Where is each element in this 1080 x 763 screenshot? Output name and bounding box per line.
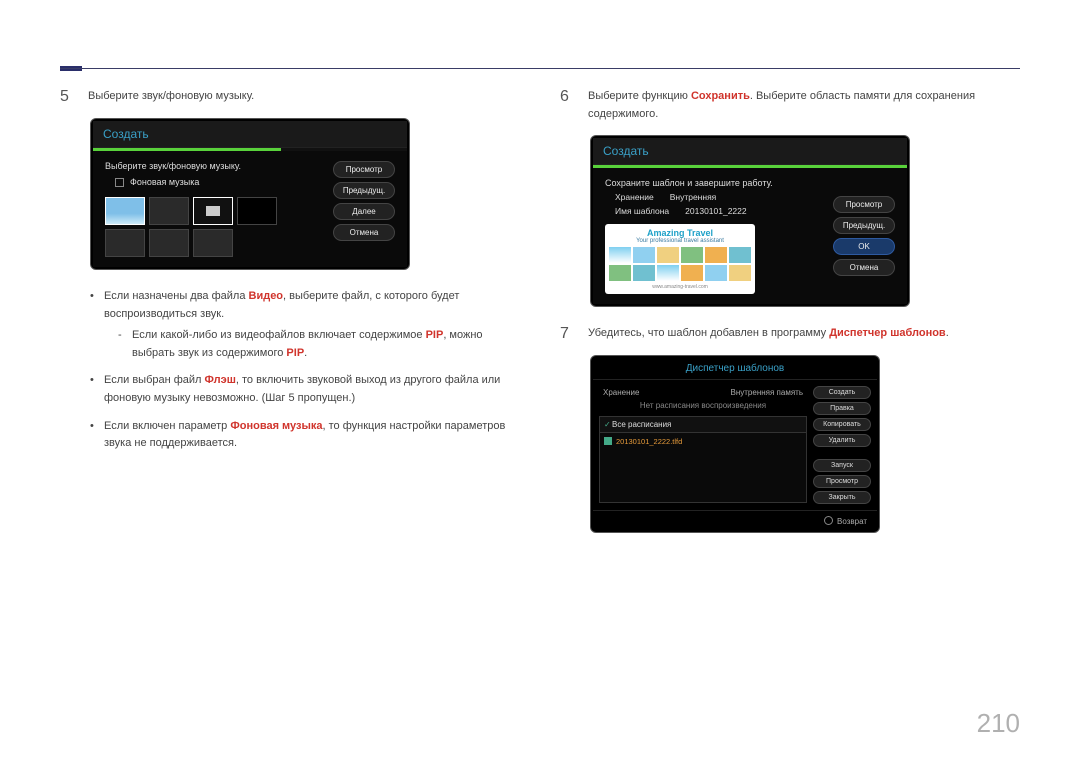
copy-button[interactable]: Копировать (813, 418, 871, 431)
screenshot-step6: Создать Сохраните шаблон и завершите раб… (590, 135, 910, 307)
template-item[interactable]: 20130101_2222.tlfd (602, 435, 804, 448)
prev-button[interactable]: Предыдущ. (333, 182, 395, 199)
step-text: Выберите звук/фоновую музыку. (88, 88, 254, 106)
page-body: 5 Выберите звук/фоновую музыку. Создать … (0, 0, 1080, 551)
page-number: 210 (977, 708, 1020, 739)
progress-bar (593, 165, 907, 168)
note-item: Если назначены два файла Видео, выберите… (90, 288, 520, 362)
return-icon (824, 516, 833, 525)
storage-row: Хранение Внутренняя (615, 192, 803, 202)
note-item: Если выбран файл Флэш, то включить звуко… (90, 372, 520, 407)
bg-music-checkbox-row[interactable]: Фоновая музыка (115, 177, 313, 187)
run-button[interactable]: Запуск (813, 459, 871, 472)
thumb[interactable] (105, 229, 145, 257)
delete-button[interactable]: Удалить (813, 434, 871, 447)
step-6: 6 Выберите функцию Сохранить. Выберите о… (560, 88, 1020, 123)
thumb-selected[interactable] (193, 197, 233, 225)
template-preview: Amazing Travel Your professional travel … (605, 224, 755, 294)
preview-title: Amazing Travel (609, 228, 751, 238)
create-button[interactable]: Создать (813, 386, 871, 399)
thumb[interactable] (237, 197, 277, 225)
thumb[interactable] (193, 229, 233, 257)
dialog-title: Создать (593, 138, 907, 165)
return-footer[interactable]: Возврат (593, 510, 877, 530)
dialog-subtitle: Выберите звук/фоновую музыку. (105, 161, 313, 171)
step-number: 5 (60, 88, 76, 106)
screenshot-step7: Диспетчер шаблонов Хранение Внутренняя п… (590, 355, 880, 533)
template-name-row: Имя шаблона 20130101_2222 (615, 206, 803, 216)
cancel-button[interactable]: Отмена (333, 224, 395, 241)
checkbox-label: Фоновая музыка (130, 177, 199, 187)
dialog-subtitle: Сохраните шаблон и завершите работу. (605, 178, 813, 188)
screenshot-step5: Создать Выберите звук/фоновую музыку. Фо… (90, 118, 410, 270)
preview-url: www.amazing-travel.com (609, 284, 751, 290)
step-number: 7 (560, 325, 576, 343)
header-rule (60, 68, 1020, 69)
field-value[interactable]: Внутренняя (670, 192, 717, 202)
step-5: 5 Выберите звук/фоновую музыку. (60, 88, 520, 106)
manager-title: Диспетчер шаблонов (593, 358, 877, 380)
thumb[interactable] (105, 197, 145, 225)
left-column: 5 Выберите звук/фоновую музыку. Создать … (60, 88, 520, 551)
field-value[interactable]: 20130101_2222 (685, 206, 746, 216)
dialog-title: Создать (93, 121, 407, 148)
right-column: 6 Выберите функцию Сохранить. Выберите о… (560, 88, 1020, 551)
field-label: Имя шаблона (615, 206, 669, 216)
preview-button[interactable]: Просмотр (333, 161, 395, 178)
step-text: Выберите функцию Сохранить. Выберите обл… (588, 88, 1020, 123)
step-7: 7 Убедитесь, что шаблон добавлен в прогр… (560, 325, 1020, 343)
next-button[interactable]: Далее (333, 203, 395, 220)
cancel-button[interactable]: Отмена (833, 259, 895, 276)
progress-bar (93, 148, 407, 151)
notes-list: Если назначены два файла Видео, выберите… (90, 288, 520, 453)
preview-subtitle: Your professional travel assistant (609, 238, 751, 244)
edit-button[interactable]: Правка (813, 402, 871, 415)
no-schedule-text: Нет расписания воспроизведения (599, 399, 807, 412)
ok-button[interactable]: OK (833, 238, 895, 255)
step-text: Убедитесь, что шаблон добавлен в програм… (588, 325, 949, 343)
step-number: 6 (560, 88, 576, 123)
note-item: Если включен параметр Фоновая музыка, то… (90, 418, 520, 453)
sub-note: Если какой-либо из видеофайлов включает … (118, 327, 520, 362)
all-schedules-row[interactable]: ✓Все расписания (599, 416, 807, 433)
thumb[interactable] (149, 197, 189, 225)
thumbnail-grid (105, 197, 313, 257)
thumb[interactable] (149, 229, 189, 257)
preview-button[interactable]: Просмотр (833, 196, 895, 213)
field-label: Хранение (615, 192, 654, 202)
prev-button[interactable]: Предыдущ. (833, 217, 895, 234)
storage-row: Хранение Внутренняя память (599, 386, 807, 399)
close-button[interactable]: Закрыть (813, 491, 871, 504)
preview-button[interactable]: Просмотр (813, 475, 871, 488)
checkbox-icon[interactable] (115, 178, 124, 187)
